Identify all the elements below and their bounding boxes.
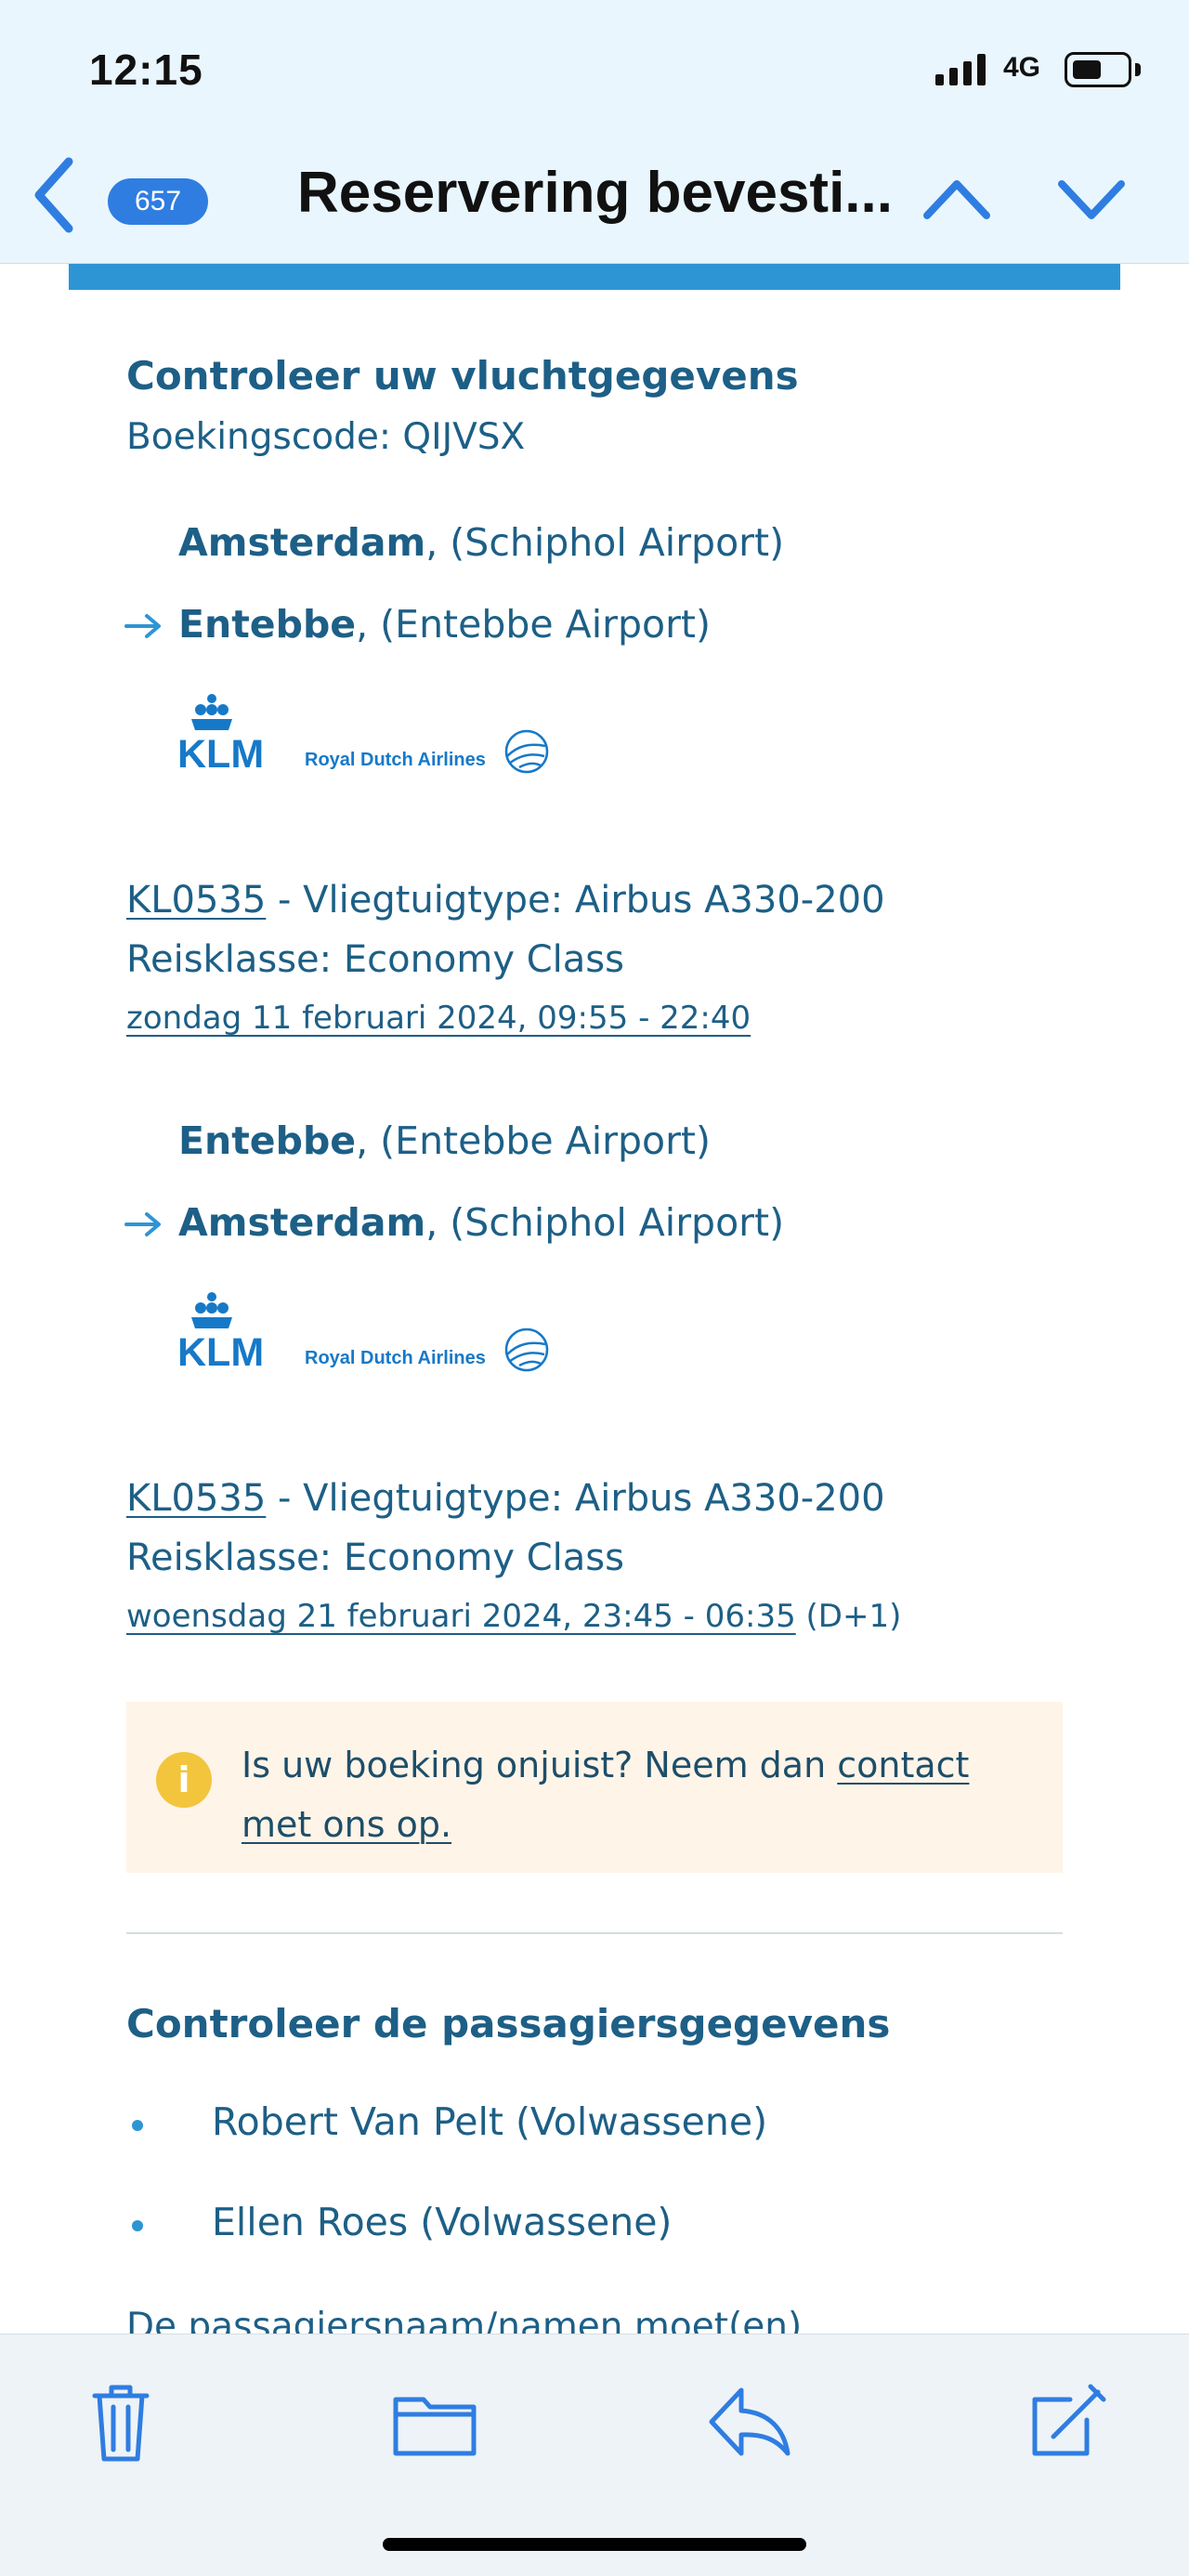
flight-1-summary: KL0535 - Vliegtuigtype: Airbus A330-200 xyxy=(126,879,885,922)
flight-2-number-link[interactable]: KL0535 xyxy=(126,1477,266,1520)
email-subject: Reservering bevesti... xyxy=(297,161,893,225)
list-bullet xyxy=(132,2220,143,2231)
passenger-item: Ellen Roes (Volwassene) xyxy=(212,2200,673,2244)
svg-text:Royal Dutch Airlines: Royal Dutch Airlines xyxy=(305,1348,486,1368)
flight-1-class: Reisklasse: Economy Class xyxy=(126,938,624,981)
booking-notice: i Is uw boeking onjuist? Neem dan contac… xyxy=(126,1702,1063,1873)
flight-1-schedule: zondag 11 februari 2024, 09:55 - 22:40 xyxy=(126,1000,751,1037)
battery-level xyxy=(1073,60,1101,79)
flight-1-destination: Entebbe, (Entebbe Airport) xyxy=(178,602,712,647)
flight-2-schedule: woensdag 21 februari 2024, 23:45 - 06:35… xyxy=(126,1598,902,1635)
flight-2-summary: KL0535 - Vliegtuigtype: Airbus A330-200 xyxy=(126,1477,885,1520)
svg-text:Royal Dutch Airlines: Royal Dutch Airlines xyxy=(305,750,486,770)
unread-count-badge[interactable]: 657 xyxy=(108,178,208,225)
battery-icon xyxy=(1065,52,1131,87)
reply-icon[interactable] xyxy=(704,2377,793,2466)
flight-1-schedule-link[interactable]: zondag 11 februari 2024, 09:55 - 22:40 xyxy=(126,1000,751,1037)
passenger-item: Robert Van Pelt (Volwassene) xyxy=(212,2099,768,2144)
network-label: 4G xyxy=(1003,52,1041,83)
arrow-right-icon xyxy=(124,1212,161,1236)
status-time: 12:15 xyxy=(89,46,203,94)
flight-2-origin: Entebbe, (Entebbe Airport) xyxy=(178,1118,712,1163)
svg-text:KLM: KLM xyxy=(177,732,264,777)
cellular-signal-icon xyxy=(935,54,986,85)
compose-icon[interactable] xyxy=(1020,2377,1109,2466)
chevron-left-icon[interactable] xyxy=(30,156,82,234)
klm-logo: KLM Royal Dutch Airlines xyxy=(177,1292,549,1375)
flight-1-origin: Amsterdam, (Schiphol Airport) xyxy=(178,520,785,565)
chevron-up-icon[interactable] xyxy=(920,169,994,229)
booking-code: Boekingscode: QIJVSX xyxy=(126,416,526,458)
folder-icon[interactable] xyxy=(390,2377,479,2466)
trash-icon[interactable] xyxy=(76,2377,165,2466)
flight-1-number-link[interactable]: KL0535 xyxy=(126,879,266,922)
arrow-right-icon xyxy=(124,614,161,638)
battery-tip xyxy=(1135,63,1141,76)
list-bullet xyxy=(132,2120,143,2131)
svg-text:KLM: KLM xyxy=(177,1330,264,1375)
section-divider xyxy=(126,1932,1063,1934)
flight-2-destination: Amsterdam, (Schiphol Airport) xyxy=(178,1200,785,1245)
chevron-down-icon[interactable] xyxy=(1054,169,1129,229)
mail-header: 12:15 4G 657 Reservering bevesti... xyxy=(0,0,1189,264)
email-top-bar xyxy=(69,264,1120,290)
home-indicator[interactable] xyxy=(383,2538,806,2551)
info-icon: i xyxy=(156,1752,212,1808)
flight-details-title: Controleer uw vluchtgegevens xyxy=(126,353,799,399)
flight-2-class: Reisklasse: Economy Class xyxy=(126,1536,624,1579)
flight-2-schedule-link[interactable]: woensdag 21 februari 2024, 23:45 - 06:35 xyxy=(126,1598,796,1635)
klm-logo: KLM Royal Dutch Airlines xyxy=(177,694,549,777)
booking-notice-text: Is uw boeking onjuist? Neem dan contact … xyxy=(242,1745,970,1845)
passenger-details-title: Controleer de passagiersgegevens xyxy=(126,2001,891,2046)
